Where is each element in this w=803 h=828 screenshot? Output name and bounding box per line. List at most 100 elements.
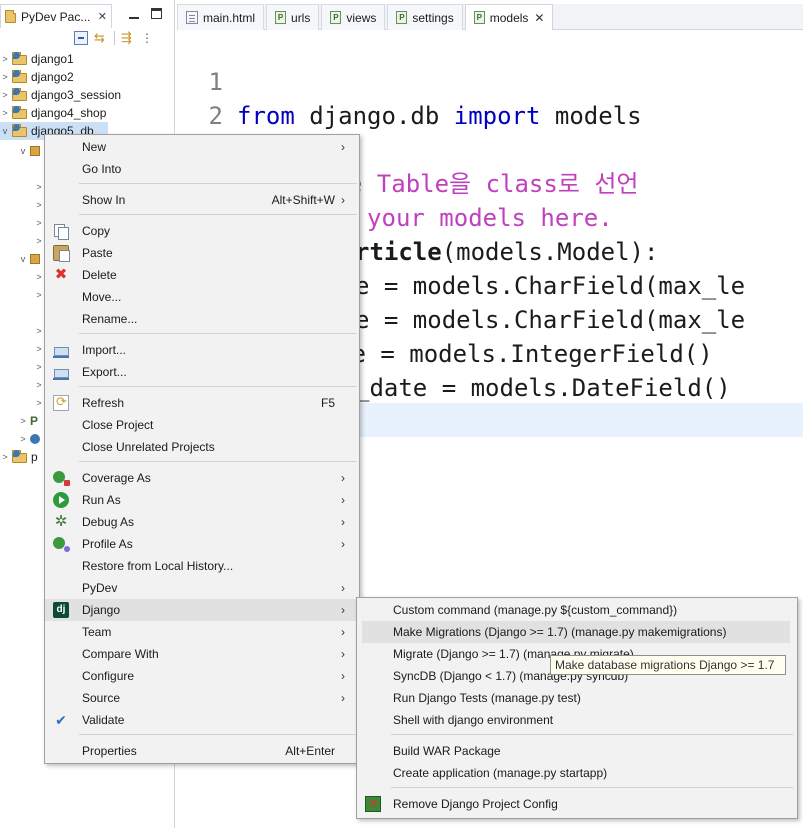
close-icon[interactable]: ✕ xyxy=(534,11,544,25)
submenu-item-make-migrations[interactable]: Make Migrations (Django >= 1.7) (manage.… xyxy=(362,621,790,643)
expand-arrow-icon[interactable]: > xyxy=(34,380,44,390)
submenu-item-remove-django-config[interactable]: Remove Django Project Config xyxy=(357,793,797,815)
python-project-icon xyxy=(12,450,28,464)
submenu-item-django-shell[interactable]: Shell with django environment xyxy=(357,709,797,731)
menu-item-paste[interactable]: Paste xyxy=(45,242,359,264)
code-line-3[interactable]: 3 ⊖ # Create your models here. xyxy=(177,99,803,232)
menu-item-rename[interactable]: Rename... xyxy=(45,308,359,330)
tree-item-django3-session[interactable]: > django3_session xyxy=(0,86,121,104)
tree-child-row[interactable]: > xyxy=(34,268,44,286)
tab-urls[interactable]: P urls xyxy=(266,4,320,30)
menu-item-refresh[interactable]: Refresh F5 xyxy=(45,392,359,414)
expand-arrow-icon[interactable]: > xyxy=(34,200,44,210)
expand-arrow-icon[interactable]: > xyxy=(0,90,10,100)
tree-child-folder[interactable]: v xyxy=(18,142,40,160)
link-with-editor-icon[interactable]: ⇆ xyxy=(94,31,108,45)
expand-arrow-icon[interactable]: > xyxy=(0,54,10,64)
tree-child-folder[interactable]: v xyxy=(18,250,40,268)
tree-child-row[interactable]: > xyxy=(34,232,44,250)
submenu-item-custom-command[interactable]: Custom command (manage.py ${custom_comma… xyxy=(357,599,797,621)
expand-arrow-icon[interactable]: > xyxy=(34,362,44,372)
tree-child-file[interactable]: > P xyxy=(18,412,38,430)
tree-child-row[interactable]: > xyxy=(34,322,44,340)
menu-item-copy[interactable]: Copy xyxy=(45,220,359,242)
tree-child-row[interactable]: > xyxy=(34,394,44,412)
menu-separator xyxy=(79,183,357,184)
expand-arrow-icon[interactable]: > xyxy=(18,416,28,426)
menu-item-close-unrelated-projects[interactable]: Close Unrelated Projects xyxy=(45,436,359,458)
submenu-item-build-war[interactable]: Build WAR Package xyxy=(357,740,797,762)
maximize-icon[interactable] xyxy=(151,8,163,20)
tab-main-html[interactable]: main.html xyxy=(177,4,265,30)
submenu-arrow-icon: › xyxy=(341,471,345,485)
view-tab-pydev-package-explorer[interactable]: PyDev Pac... ✕ xyxy=(0,4,112,28)
expand-arrow-icon[interactable]: > xyxy=(34,326,44,336)
tab-models[interactable]: P models ✕ xyxy=(464,4,554,30)
tree-child-row[interactable]: > xyxy=(34,358,44,376)
tree-child-row[interactable]: > xyxy=(34,178,44,196)
expand-arrow-icon[interactable]: > xyxy=(34,398,44,408)
expand-arrow-icon[interactable]: > xyxy=(34,182,44,192)
close-icon[interactable]: ✕ xyxy=(98,10,107,23)
collapse-arrow-icon[interactable]: v xyxy=(18,146,28,156)
menu-item-configure[interactable]: Configure › xyxy=(45,665,359,687)
menu-item-move[interactable]: Move... xyxy=(45,286,359,308)
menu-item-go-into[interactable]: Go Into xyxy=(45,158,359,180)
python-project-icon xyxy=(12,124,28,138)
menu-item-compare-with[interactable]: Compare With › xyxy=(45,643,359,665)
code-line-2[interactable]: 2 xyxy=(177,65,803,130)
tree-child-row[interactable]: > xyxy=(34,286,44,304)
focus-icon[interactable]: ⇶ xyxy=(121,31,135,45)
tree-item-django1[interactable]: > django1 xyxy=(0,50,74,68)
menu-item-properties[interactable]: Properties Alt+Enter xyxy=(45,740,359,762)
tree-item-django2[interactable]: > django2 xyxy=(0,68,74,86)
menu-item-team[interactable]: Team › xyxy=(45,621,359,643)
tree-item-partial[interactable]: > p xyxy=(0,448,38,466)
menu-item-source[interactable]: Source › xyxy=(45,687,359,709)
expand-arrow-icon[interactable]: > xyxy=(0,108,10,118)
menu-item-export[interactable]: Export... xyxy=(45,361,359,383)
tree-child-row[interactable]: > xyxy=(34,196,44,214)
code-line-1[interactable]: 1 from django.db import models xyxy=(177,31,803,130)
submenu-item-run-django-tests[interactable]: Run Django Tests (manage.py test) xyxy=(357,687,797,709)
collapse-arrow-icon[interactable]: v xyxy=(18,254,28,264)
tab-settings[interactable]: P settings xyxy=(387,4,463,30)
tree-child-row[interactable]: > xyxy=(34,340,44,358)
profile-icon xyxy=(53,537,70,552)
expand-arrow-icon[interactable]: > xyxy=(34,290,44,300)
expand-arrow-icon[interactable]: > xyxy=(0,72,10,82)
submenu-item-create-application[interactable]: Create application (manage.py startapp) xyxy=(357,762,797,784)
expand-arrow-icon[interactable]: > xyxy=(34,218,44,228)
tab-views[interactable]: P views xyxy=(321,4,386,30)
menu-item-debug-as[interactable]: ✲ Debug As › xyxy=(45,511,359,533)
coverage-icon xyxy=(53,471,70,486)
menu-item-import[interactable]: Import... xyxy=(45,339,359,361)
expand-arrow-icon[interactable]: > xyxy=(0,452,10,462)
menu-item-delete[interactable]: ✖ Delete xyxy=(45,264,359,286)
tree-child-row[interactable]: > xyxy=(34,376,44,394)
menu-item-new[interactable]: New › xyxy=(45,136,359,158)
menu-item-close-project[interactable]: Close Project xyxy=(45,414,359,436)
menu-item-coverage-as[interactable]: Coverage As › xyxy=(45,467,359,489)
view-menu-icon[interactable]: ⋮ xyxy=(141,31,155,45)
expand-arrow-icon[interactable]: > xyxy=(18,434,28,444)
minimize-icon[interactable] xyxy=(128,8,140,20)
menu-item-run-as[interactable]: Run As › xyxy=(45,489,359,511)
collapse-all-icon[interactable] xyxy=(74,31,88,45)
tree-item-django4-shop[interactable]: > django4_shop xyxy=(0,104,106,122)
tab-label: main.html xyxy=(203,10,256,25)
menu-item-label: Run Django Tests (manage.py test) xyxy=(393,691,581,705)
menu-item-pydev[interactable]: PyDev › xyxy=(45,577,359,599)
expand-arrow-icon[interactable]: > xyxy=(34,272,44,282)
expand-arrow-icon[interactable]: > xyxy=(34,344,44,354)
menu-item-restore-local-history[interactable]: Restore from Local History... xyxy=(45,555,359,577)
menu-item-validate[interactable]: ✔ Validate xyxy=(45,709,359,731)
tab-label: views xyxy=(346,10,377,25)
expand-arrow-icon[interactable]: > xyxy=(34,236,44,246)
menu-item-show-in[interactable]: Show In Alt+Shift+W › xyxy=(45,189,359,211)
menu-item-profile-as[interactable]: Profile As › xyxy=(45,533,359,555)
tree-child-file[interactable]: > xyxy=(18,430,40,448)
tree-child-row[interactable]: > xyxy=(34,214,44,232)
collapse-arrow-icon[interactable]: v xyxy=(0,126,10,136)
menu-item-django[interactable]: dj Django › xyxy=(45,599,359,621)
